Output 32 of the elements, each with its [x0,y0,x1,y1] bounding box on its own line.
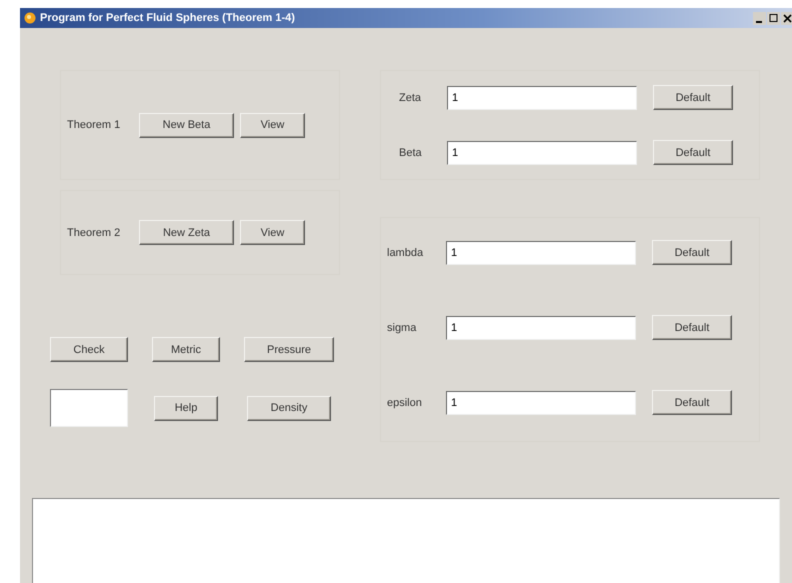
action-button[interactable]: Metric [152,337,220,362]
theorem-button[interactable]: New Beta [139,112,234,138]
default-button[interactable]: Default [653,85,733,110]
parameter-field[interactable]: 1 [446,316,636,340]
parameter-field[interactable]: 1 [446,240,636,264]
default-button[interactable]: Default [653,140,733,165]
parameter-label: epsilon [387,396,423,408]
action-button[interactable]: Density [247,396,331,420]
parameter-label: Zeta [399,92,422,104]
theorem-label: Theorem 1 [67,119,122,131]
parameter-field[interactable]: 1 [446,390,636,414]
parameter-field[interactable]: 1 [447,86,637,110]
result-field[interactable] [50,389,128,427]
parameter-label: sigma [387,322,418,334]
theorem-label: Theorem 2 [67,226,122,238]
default-button[interactable]: Default [652,315,732,340]
close-icon[interactable] [781,12,792,24]
action-button[interactable]: Help [154,396,218,420]
action-button[interactable]: Pressure [244,337,334,362]
parameter-label: lambda [387,246,424,258]
parameter-field[interactable]: 1 [447,140,637,164]
window-title: Program for Perfect Fluid Spheres (Theorem 1-4) [40,12,296,24]
view-button[interactable]: View [240,220,305,245]
theorem-button[interactable]: New Zeta [139,220,234,245]
default-button[interactable]: Default [652,240,732,265]
app-icon [24,12,36,24]
default-button[interactable]: Default [652,390,732,415]
maximize-icon[interactable] [767,12,780,24]
minimize-icon[interactable] [753,12,766,24]
action-button[interactable]: Check [50,337,128,362]
view-button[interactable]: View [240,112,305,138]
parameter-label: Beta [399,146,423,158]
